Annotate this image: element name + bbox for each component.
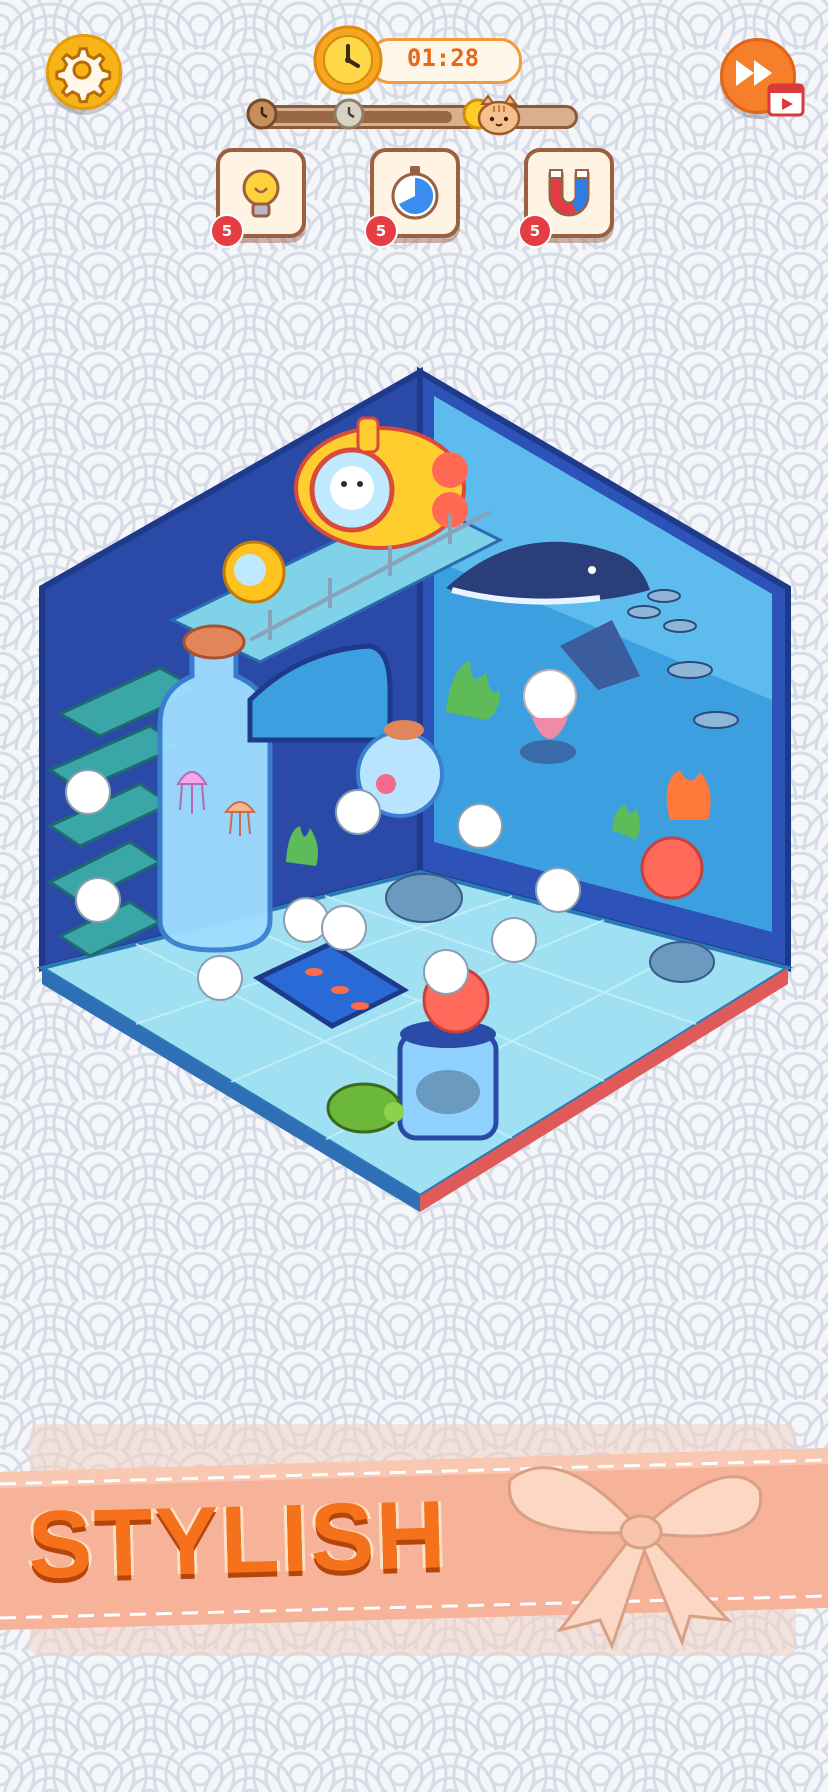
- rock-figure: [649, 941, 715, 983]
- visitor-figure: [491, 917, 537, 963]
- koi-fish-figure: [331, 986, 349, 994]
- diver-figure: [222, 540, 286, 604]
- visitor-figure: [535, 867, 581, 913]
- visitor-figure: [457, 803, 503, 849]
- rock-figure: [385, 873, 463, 923]
- fish-figure: [647, 589, 681, 603]
- visitor-figure: [197, 955, 243, 1001]
- fish-figure: [667, 661, 713, 679]
- visitor-figure: [65, 769, 111, 815]
- octopus-figure: [640, 836, 704, 900]
- visitor-figure: [283, 897, 329, 943]
- koi-fish-figure: [351, 1002, 369, 1010]
- koi-fish-figure: [305, 968, 323, 976]
- banner-title: STYLISH: [26, 1481, 449, 1600]
- fish-figure: [693, 711, 739, 729]
- visitor-figure: [75, 877, 121, 923]
- fish-figure: [627, 605, 661, 619]
- visitor-figure: [423, 949, 469, 995]
- visitor-figure: [335, 789, 381, 835]
- fish-figure: [663, 619, 697, 633]
- visitor-figure: [321, 905, 367, 951]
